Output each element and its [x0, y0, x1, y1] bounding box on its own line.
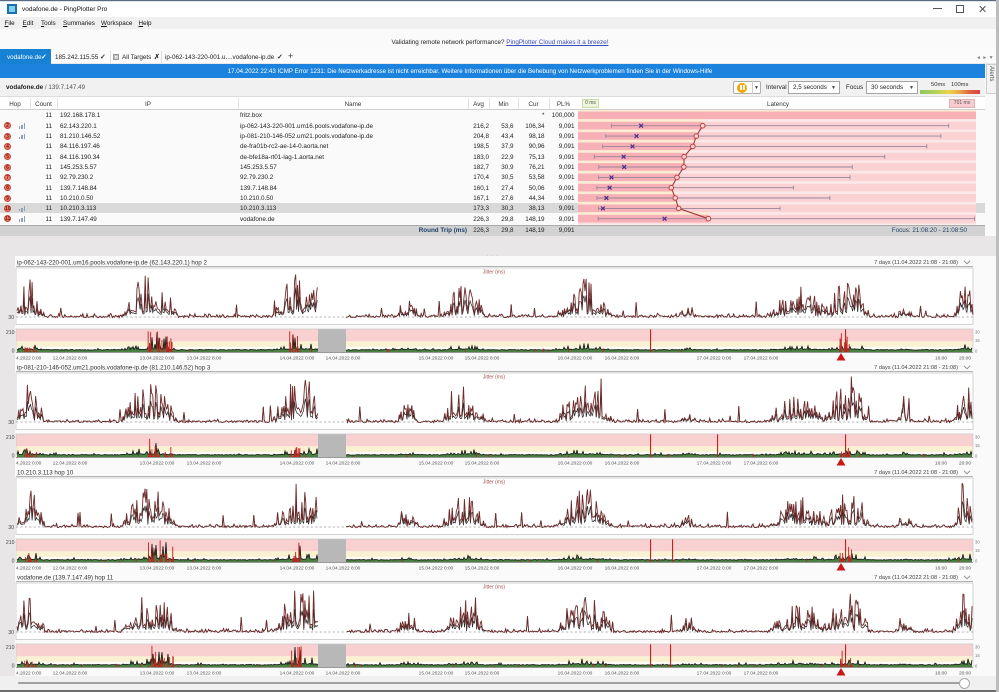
svg-text:Jitter (ms): Jitter (ms): [483, 375, 506, 381]
svg-text:15: 15: [975, 338, 980, 343]
svg-text:15: 15: [975, 653, 980, 658]
svg-text:vodafone.de (139.7.147.49) hop: vodafone.de (139.7.147.49) hop 11: [17, 574, 114, 581]
svg-text:210: 210: [6, 330, 15, 336]
svg-text:210: 210: [6, 435, 15, 441]
svg-text:210: 210: [6, 645, 15, 651]
svg-text:30: 30: [975, 540, 980, 545]
svg-text:30: 30: [975, 645, 980, 650]
svg-text:10.210.3.113 hop 10: 10.210.3.113 hop 10: [17, 469, 74, 476]
svg-text:15: 15: [975, 548, 980, 553]
svg-text:Jitter (ms): Jitter (ms): [483, 270, 506, 276]
svg-text:ip-062-143-220-001.um16.pools.: ip-062-143-220-001.um16.pools.vodafone-i…: [17, 259, 207, 266]
svg-text:30: 30: [8, 630, 14, 636]
svg-text:210: 210: [6, 540, 15, 546]
svg-text:30: 30: [8, 315, 14, 321]
svg-text:7 days (11.04.2022 21:08 - 21:: 7 days (11.04.2022 21:08 - 21:08): [874, 365, 958, 371]
svg-text:Jitter (ms): Jitter (ms): [483, 585, 506, 591]
svg-text:15: 15: [975, 443, 980, 448]
svg-text:7 days (11.04.2022 21:08 - 21:: 7 days (11.04.2022 21:08 - 21:08): [874, 260, 958, 266]
svg-text:30: 30: [8, 420, 14, 426]
svg-text:30: 30: [8, 525, 14, 531]
svg-text:30: 30: [975, 435, 980, 440]
svg-text:0: 0: [12, 559, 15, 565]
svg-text:30: 30: [975, 330, 980, 335]
svg-text:7 days (11.04.2022 21:08 - 21:: 7 days (11.04.2022 21:08 - 21:08): [874, 470, 958, 476]
svg-text:7 days (11.04.2022 21:08 - 21:: 7 days (11.04.2022 21:08 - 21:08): [874, 575, 958, 581]
svg-text:ip-081-210-146-052.um21.pools.: ip-081-210-146-052.um21.pools.vodafone-i…: [17, 364, 211, 371]
svg-text:Jitter (ms): Jitter (ms): [483, 480, 506, 486]
svg-text:0: 0: [12, 349, 15, 355]
svg-text:0: 0: [12, 454, 15, 460]
svg-text:0: 0: [12, 664, 15, 670]
